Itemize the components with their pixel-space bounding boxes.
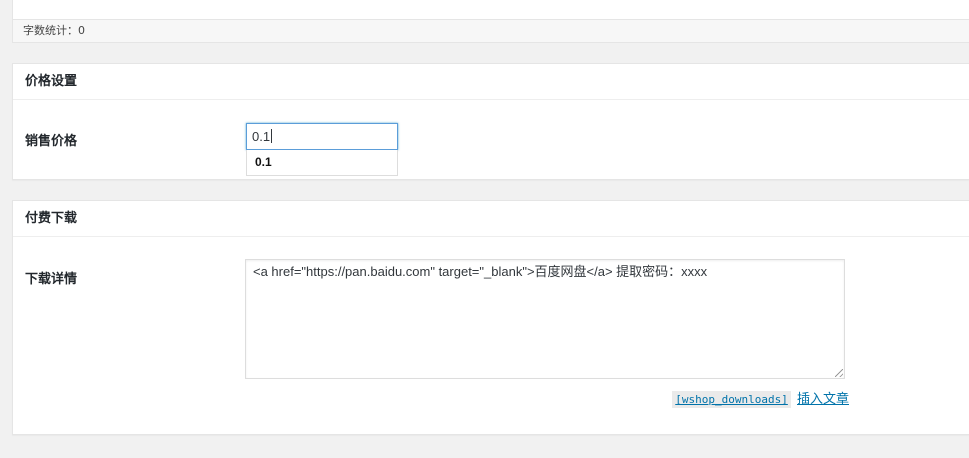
sale-price-value: 0.1 — [252, 129, 271, 144]
editor-footer-panel: 字数统计：0 — [12, 0, 969, 43]
paid-download-title[interactable]: 付费下载 — [13, 201, 969, 237]
sale-price-label: 销售价格 — [25, 134, 78, 149]
shortcode-code[interactable]: [wshop_downloads] — [672, 391, 791, 408]
download-details-label: 下载详情 — [25, 272, 78, 287]
sale-price-input[interactable]: 0.1 — [246, 123, 398, 150]
autocomplete-suggestion[interactable]: 0.1 — [246, 150, 398, 176]
paid-download-box: 付费下载 下载详情 <a href="https://pan.baidu.com… — [12, 200, 969, 435]
text-caret — [271, 129, 273, 143]
shortcode-row: [wshop_downloads] 插入文章 — [672, 388, 849, 408]
download-details-text: <a href="https://pan.baidu.com" target="… — [253, 264, 708, 279]
insert-into-post-link[interactable]: 插入文章 — [797, 392, 849, 407]
price-settings-box: 价格设置 销售价格 0.1 0.1 — [12, 63, 969, 180]
download-details-textarea[interactable]: <a href="https://pan.baidu.com" target="… — [245, 259, 845, 379]
price-settings-title[interactable]: 价格设置 — [13, 64, 969, 100]
resize-grip-icon[interactable] — [835, 369, 843, 377]
word-count: 字数统计：0 — [13, 19, 969, 42]
